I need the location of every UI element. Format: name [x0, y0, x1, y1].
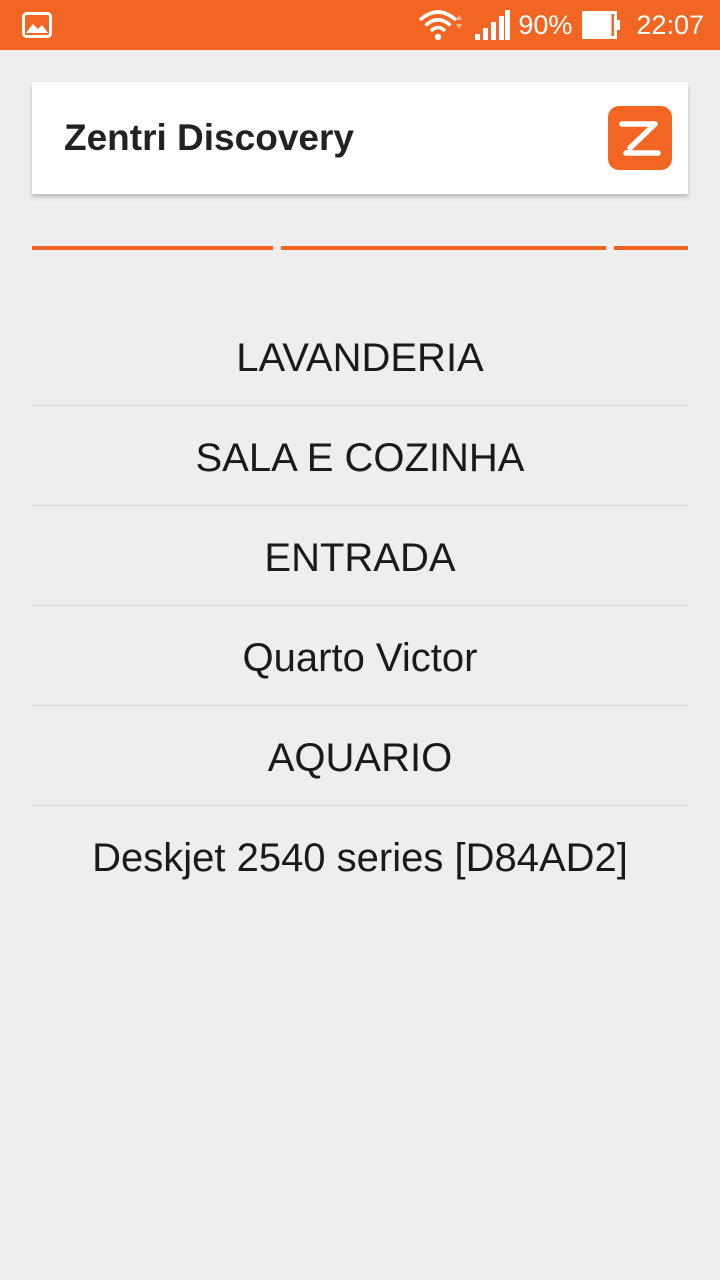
device-list: LAVANDERIA SALA E COZINHA ENTRADA Quarto… [32, 306, 688, 905]
app-title: Zentri Discovery [64, 117, 354, 158]
tab-indicator-1[interactable] [32, 246, 273, 250]
tab-indicator-3[interactable] [614, 246, 688, 250]
device-item-quarto-victor[interactable]: Quarto Victor [32, 606, 688, 706]
zentri-logo-icon[interactable] [608, 106, 672, 170]
app-bar: Zentri Discovery [32, 82, 688, 194]
wifi-icon [419, 10, 463, 41]
device-item-deskjet[interactable]: Deskjet 2540 series [D84AD2] [32, 806, 688, 905]
device-item-sala-e-cozinha[interactable]: SALA E COZINHA [32, 406, 688, 506]
battery-icon [582, 11, 621, 39]
battery-percent: 90% [518, 9, 573, 40]
device-item-lavanderia[interactable]: LAVANDERIA [32, 306, 688, 406]
device-item-aquario[interactable]: AQUARIO [32, 706, 688, 806]
status-bar: 90% 22:07 [0, 0, 720, 50]
tab-indicator-2[interactable] [281, 246, 606, 250]
device-item-entrada[interactable]: ENTRADA [32, 506, 688, 606]
clock: 22:07 [636, 9, 704, 40]
signal-icon [475, 10, 511, 40]
image-icon [22, 12, 52, 38]
tab-indicator-bar [32, 246, 688, 252]
